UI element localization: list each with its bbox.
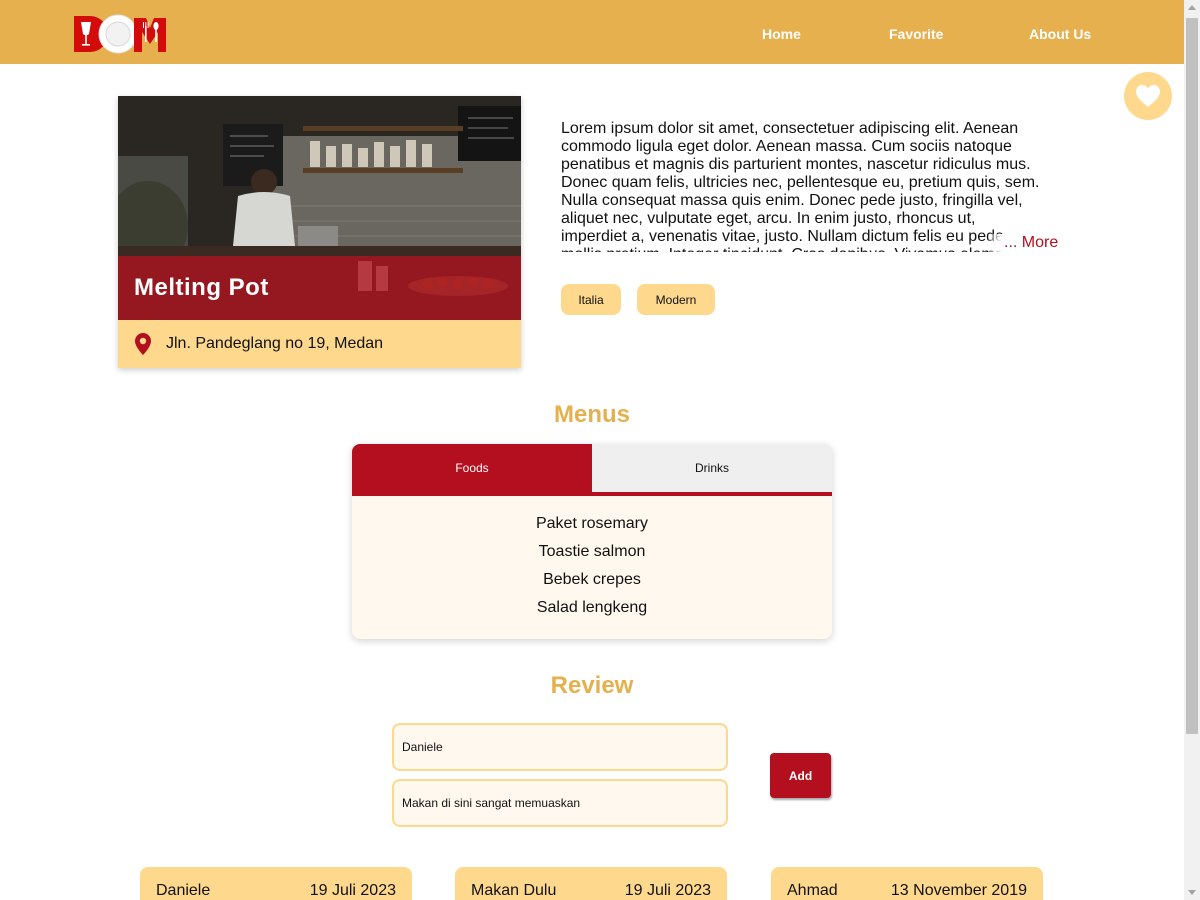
restaurant-description: Lorem ipsum dolor sit amet, consectetuer…: [561, 120, 1040, 252]
review-card: Ahmad 13 November 2019: [771, 867, 1043, 900]
menus-heading: Menus: [553, 401, 630, 428]
review-card: Daniele 19 Juli 2023: [140, 867, 412, 900]
heart-icon: [1136, 85, 1160, 107]
tab-foods[interactable]: Foods: [352, 444, 592, 492]
restaurant-address: Jln. Pandeglang no 19, Medan: [166, 335, 384, 352]
category-tag: Modern: [637, 284, 715, 315]
menu-item: Bebek crepes: [543, 571, 641, 588]
nav-home-link[interactable]: Home: [762, 26, 801, 42]
scroll-down-arrow-icon[interactable]: [1188, 890, 1196, 895]
menu-item: Salad lengkeng: [536, 599, 648, 616]
review-card: Makan Dulu 19 Juli 2023: [455, 867, 727, 900]
review-date: 19 Juli 2023: [309, 882, 396, 899]
food-menu-list: Paket rosemary Toastie salmon Bebek crep…: [352, 512, 832, 624]
scroll-up-arrow-icon[interactable]: [1188, 5, 1196, 10]
review-date: 19 Juli 2023: [624, 882, 711, 899]
restaurant-name: Melting Pot: [134, 274, 269, 301]
address-bar: Jln. Pandeglang no 19, Medan: [118, 320, 521, 368]
review-text-input[interactable]: [392, 779, 728, 827]
menu-item: Toastie salmon: [538, 543, 646, 560]
favorite-button[interactable]: [1124, 72, 1172, 120]
add-review-button[interactable]: Add: [770, 753, 831, 798]
nav-favorite-link[interactable]: Favorite: [889, 26, 943, 42]
logo-icon[interactable]: [74, 14, 166, 54]
restaurant-card: Melting Pot Jln. Pandeglang no 19, Medan: [118, 96, 521, 368]
menu-tabs-panel: Foods Drinks Paket rosemary Toastie salm…: [352, 444, 832, 639]
scrollbar-thumb[interactable]: [1186, 18, 1198, 734]
review-heading: Review: [550, 672, 634, 699]
review-author: Makan Dulu: [471, 882, 557, 899]
review-author: Ahmad: [787, 882, 838, 899]
review-date: 13 November 2019: [890, 882, 1027, 899]
menu-item: Paket rosemary: [535, 515, 649, 532]
category-tag: Italia: [561, 284, 621, 315]
tab-drinks[interactable]: Drinks: [592, 444, 832, 492]
page-scrollbar[interactable]: [1184, 0, 1200, 900]
review-author: Daniele: [156, 882, 211, 899]
active-tab-indicator: [352, 492, 832, 496]
read-more-link[interactable]: ... More: [988, 234, 1059, 252]
nav-about-link[interactable]: About Us: [1029, 26, 1091, 42]
header: Home Favorite About Us: [0, 0, 1184, 64]
location-pin-icon: [135, 333, 151, 355]
reviewer-name-input[interactable]: [392, 723, 728, 771]
